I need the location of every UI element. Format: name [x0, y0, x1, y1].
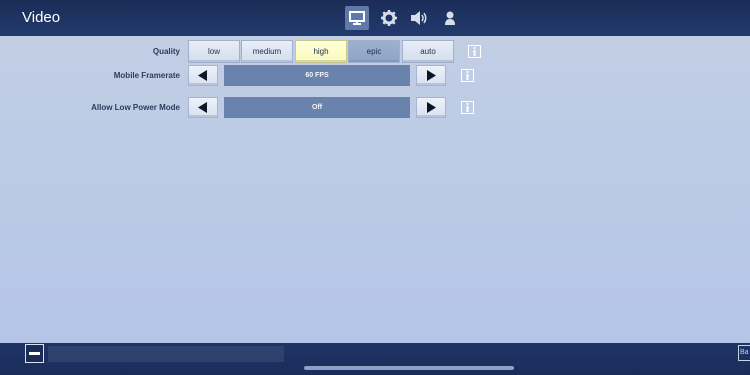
framerate-value: 60 FPS [224, 65, 410, 86]
chat-input-field[interactable] [48, 346, 284, 362]
minus-icon [29, 352, 40, 355]
framerate-prev-button[interactable] [188, 65, 218, 86]
tab-audio[interactable] [408, 6, 432, 30]
framerate-label: Mobile Framerate [113, 71, 180, 80]
low-power-next-button[interactable] [416, 97, 446, 118]
person-icon [445, 11, 455, 25]
collapse-chat-button[interactable] [25, 344, 44, 363]
quality-label: Quality [152, 47, 180, 56]
info-icon [473, 47, 476, 56]
low-power-info-button[interactable] [461, 101, 474, 114]
monitor-icon [349, 11, 365, 25]
low-power-value: Off [224, 97, 410, 118]
info-icon [466, 71, 469, 80]
gear-icon [381, 10, 397, 26]
quality-option-low[interactable]: low [188, 40, 240, 63]
arrow-left-icon [198, 70, 207, 81]
page-title: Video [22, 9, 61, 26]
quality-option-epic[interactable]: epic [348, 40, 400, 63]
quality-option-medium[interactable]: medium [241, 40, 293, 63]
top-bar: Video [0, 0, 750, 36]
quality-option-high[interactable]: high [295, 40, 347, 63]
back-button[interactable]: Ba [738, 345, 750, 361]
arrow-right-icon [427, 70, 436, 81]
quality-option-auto[interactable]: auto [402, 40, 454, 63]
tab-game-settings[interactable] [377, 6, 401, 30]
low-power-prev-button[interactable] [188, 97, 218, 118]
framerate-next-button[interactable] [416, 65, 446, 86]
arrow-left-icon [198, 102, 207, 113]
arrow-right-icon [427, 102, 436, 113]
info-icon [466, 103, 469, 112]
quality-info-button[interactable] [468, 45, 481, 58]
tab-account[interactable] [438, 6, 462, 30]
tab-video[interactable] [345, 6, 369, 30]
low-power-label: Allow Low Power Mode [91, 103, 180, 112]
framerate-info-button[interactable] [461, 69, 474, 82]
speaker-icon [411, 11, 427, 25]
home-indicator[interactable] [304, 366, 514, 370]
